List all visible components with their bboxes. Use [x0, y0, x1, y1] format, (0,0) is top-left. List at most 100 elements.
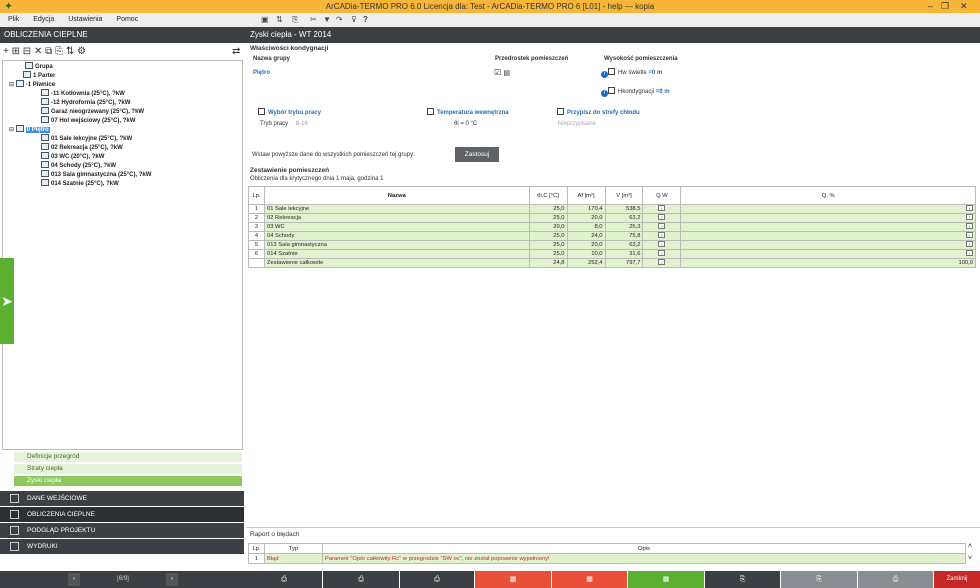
props-title: Właściwości kondygnacji [250, 45, 329, 52]
add-group-icon[interactable]: ⊟ [23, 46, 31, 57]
nav-wydruki[interactable]: WYDRUKI [0, 539, 244, 554]
table-row-total[interactable]: Zestawienie całkowite 24,8 252,4 797,7! 100,… [248, 258, 976, 268]
footer-doc-icon[interactable]: ⎙ [246, 571, 322, 588]
cut-icon[interactable]: ✂ [310, 15, 317, 25]
tree-node-room[interactable]: 03 WC (20°C), ?kW [41, 152, 104, 161]
menu-edycja[interactable]: Edycja [33, 16, 54, 23]
tree-node-pietro[interactable]: ⊟ 0 Piętro [9, 125, 50, 134]
warning-icon: ! [966, 250, 973, 256]
subitem-straty[interactable]: Straty ciepła [14, 464, 242, 474]
temp-value[interactable]: θi = 0 °C [454, 121, 477, 127]
footer-green-table-icon[interactable]: ▦ [628, 571, 704, 588]
footer-doc3-icon[interactable]: ⎙ [400, 571, 474, 588]
error-row[interactable]: 1 Błąd Parametr "Opór całkowity Rc" w prze… [248, 553, 967, 564]
room-icon [41, 98, 49, 105]
table-row[interactable]: 5 013 Sala gimnastyczna 25,0 20,0 63,2!! [248, 240, 976, 250]
tryb-checkbox[interactable] [258, 108, 265, 115]
tree-node-room[interactable]: 07 Hol wejściowy (25°C), ?kW [41, 116, 135, 125]
menu-pomoc[interactable]: Pomoc [116, 16, 138, 23]
scroll-down-icon[interactable]: ˅ [968, 555, 972, 562]
h-kond-checkbox[interactable] [608, 87, 615, 94]
close-button[interactable]: Zamknij [934, 571, 980, 588]
subitem-definicje[interactable]: Definicje przegród [14, 452, 242, 462]
footer-red-table-icon[interactable]: ▦ [475, 571, 551, 588]
error-table: Lp. Typ Opis 1 Błąd Parametr "Opór całkowity… [248, 543, 967, 564]
tree-node-piwnice[interactable]: ⊟ -1 Piwnice [9, 80, 55, 89]
filter-icon[interactable]: ▼ [323, 15, 331, 25]
paste-icon[interactable]: ⎘ [55, 46, 63, 57]
settings-tree-icon[interactable]: ⚙ [77, 46, 86, 57]
save-icon[interactable]: ▣ [261, 15, 269, 25]
help-icon[interactable]: ? [363, 15, 368, 25]
footer-print-icon[interactable]: ⎙ [858, 571, 933, 588]
tree-node-room[interactable]: 014 Szatnie (25°C), ?kW [41, 179, 119, 188]
menu-bar: Plik Edycja Ustawienia Pomoc ▣ ⇅ ⎘ ✂ ▼ ↷… [0, 13, 980, 27]
tree-node-room[interactable]: 01 Sale lekcyjne (25°C), ?kW [41, 134, 132, 143]
h-swiatle-value[interactable]: =0 m [648, 70, 662, 76]
add-icon[interactable]: + [3, 46, 9, 57]
export-icon[interactable]: ⎘ [292, 15, 298, 25]
table-row[interactable]: 2 02 Rekreacja 25,0 20,0 63,2!! [248, 213, 976, 223]
tryb-row[interactable]: Wybór trybu pracy [258, 108, 321, 116]
tree-node-room[interactable]: Garaż nieogrzewany (25°C), ?kW [41, 107, 144, 116]
nav-dane-wejsciowe[interactable]: DANE WEJŚCIOWE [0, 491, 244, 506]
table-row[interactable]: 4 04 Schody 25,0 24,0 75,8!! [248, 231, 976, 241]
tree-node-room[interactable]: -11 Kotłownia (25°C), ?kW [41, 89, 125, 98]
strefa-checkbox[interactable] [557, 108, 564, 115]
sort-icon[interactable]: ⇅ [66, 46, 74, 57]
prefix-list-icon[interactable]: ▤ [503, 70, 510, 77]
refresh-icon[interactable]: ⇄ [232, 43, 240, 60]
room-icon [41, 170, 49, 177]
footer-export2-icon[interactable]: ⎘ [781, 571, 857, 588]
close-icon[interactable]: ✕ [960, 0, 968, 13]
nav-obliczenia[interactable]: OBLICZENIA CIEPLNE [0, 507, 244, 522]
copy-icon[interactable]: ⧉ [45, 46, 52, 57]
group-name-value[interactable]: Piętro [253, 70, 270, 76]
info-icon[interactable]: i [601, 90, 608, 97]
temp-row[interactable]: Temperatura wewnętrzna [427, 108, 509, 116]
footer-export-icon[interactable]: ⎘ [705, 571, 780, 588]
error-header: Lp. Typ Opis [248, 543, 967, 554]
table-row[interactable]: 1 01 Sale lekcyjne 25,0 170,4 538,5!! [248, 204, 976, 214]
tree-node-room[interactable]: 04 Schody (25°C), ?kW [41, 161, 116, 170]
add-room-icon[interactable]: ⊞ [12, 46, 20, 57]
rooms-table: Lp. Nazwa θi,C [°C] Af [m²] V [m³] Q W Q… [248, 186, 976, 268]
menu-plik[interactable]: Plik [8, 16, 19, 23]
tree-node-room[interactable]: 02 Rekreacja (25°C), ?kW [41, 143, 123, 152]
prev-page-icon[interactable]: ‹ [68, 573, 80, 586]
minimize-icon[interactable]: – [928, 0, 933, 13]
tree-toolbar: + ⊞ ⊟ ✕ ⧉ ⎘ ⇅ ⚙ ⇄ [0, 43, 246, 60]
next-page-icon[interactable]: › [166, 573, 178, 586]
tree-node-room[interactable]: -12 Hydrofornia (25°C), ?kW [41, 98, 130, 107]
collapse-panel-arrow-icon[interactable]: ➤ [0, 258, 14, 344]
info-icon[interactable]: i [601, 71, 608, 78]
footer-doc2-icon[interactable]: ⎙ [323, 571, 399, 588]
funnel-icon[interactable]: ⊽ [351, 15, 357, 25]
tryb-value[interactable]: 8-16 [296, 121, 308, 127]
tree-node-room[interactable]: 013 Sala gimnastyczna (25°C), ?kW [41, 170, 151, 179]
nav-podglad[interactable]: PODGLĄD PROJEKTU [0, 523, 244, 538]
subitem-zyski[interactable]: Zyski ciepła [14, 476, 242, 486]
scroll-up-icon[interactable]: ˄ [968, 543, 972, 550]
redo-icon[interactable]: ↷ [336, 15, 343, 25]
strefa-row[interactable]: Przypisz do strefy chłodu [557, 108, 640, 116]
room-icon [41, 143, 49, 150]
sync-icon[interactable]: ⇅ [276, 15, 283, 25]
table-row[interactable]: 3 03 WC 20,0 8,0 25,3!! [248, 222, 976, 232]
tree-node-parter[interactable]: 1 Parter [23, 71, 55, 80]
restore-icon[interactable]: ❐ [941, 0, 949, 13]
apply-button[interactable]: Zastosuj [455, 147, 499, 162]
menu-ustawienia[interactable]: Ustawienia [68, 16, 102, 23]
project-tree[interactable]: Grupa 1 Parter ⊟ -1 Piwnice -11 Kotłowni… [2, 60, 243, 450]
col-v: V [m³] [604, 186, 644, 205]
col-lp: Lp. [248, 186, 265, 205]
temp-checkbox[interactable] [427, 108, 434, 115]
delete-icon[interactable]: ✕ [34, 46, 42, 57]
table-row[interactable]: 6 014 Szatnie 25,0 10,0 31,6!! [248, 249, 976, 259]
footer-red-table2-icon[interactable]: ▦ [552, 571, 627, 588]
room-icon [41, 89, 49, 96]
prefix-checkbox[interactable]: ☑ ▤ [494, 68, 510, 77]
h-kond-value[interactable]: =0 m [656, 89, 670, 95]
h-swiatle-checkbox[interactable] [608, 68, 615, 75]
tree-node-grupa[interactable]: Grupa [25, 62, 53, 71]
